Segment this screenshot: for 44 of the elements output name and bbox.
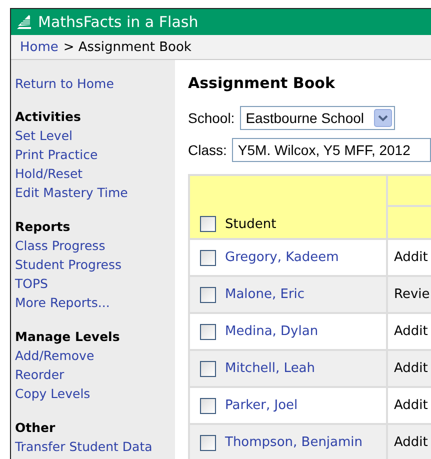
sidebar-link[interactable]: More Reports... (15, 293, 175, 312)
sidebar-link[interactable]: Reorder (15, 365, 175, 384)
section-heading: Activities (15, 108, 82, 126)
sidebar-link[interactable]: TOPS (15, 274, 175, 293)
class-dropdown[interactable]: Y5M. Wilcox, Y5 MFF, 2012 (232, 138, 431, 162)
checkbox[interactable] (200, 360, 216, 376)
section-heading: Other (15, 419, 56, 437)
sidebar-link[interactable]: Class Progress (15, 236, 175, 255)
field-label: School: (188, 110, 235, 126)
student-link[interactable]: Malone, Eric (225, 287, 305, 302)
column-header: Student (225, 217, 276, 232)
logo-icon (16, 14, 32, 30)
table-cell: Addit (394, 435, 428, 450)
app-title: MathsFacts in a Flash (38, 13, 198, 31)
checkbox[interactable] (200, 434, 216, 450)
sidebar-link[interactable]: Return to Home (15, 76, 175, 91)
field-label: Class: (188, 142, 227, 158)
checkbox[interactable] (200, 216, 216, 232)
school-dropdown[interactable]: Eastbourne School (240, 106, 396, 130)
sidebar-link[interactable]: Set Level (15, 126, 175, 145)
sidebar-link[interactable]: Print Practice (15, 145, 175, 164)
checkbox[interactable] (200, 250, 216, 266)
table-cell: Addit (394, 398, 428, 413)
table-cell: Addit (394, 250, 428, 265)
sidebar-link[interactable]: Edit Mastery Time (15, 183, 175, 202)
breadcrumb-current: > Assignment Book (63, 40, 192, 54)
student-link[interactable]: Parker, Joel (225, 398, 298, 413)
page-title: Assignment Book (188, 74, 336, 92)
student-link[interactable]: Mitchell, Leah (225, 361, 316, 376)
checkbox[interactable] (200, 286, 216, 302)
sidebar-link[interactable]: Student Progress (15, 255, 175, 274)
sidebar-link[interactable]: Copy Levels (15, 384, 175, 403)
sidebar-link[interactable]: Add/Remove (15, 346, 175, 365)
breadcrumb-link[interactable]: Home (20, 40, 58, 54)
table-cell: Addit (394, 361, 428, 376)
checkbox[interactable] (200, 324, 216, 340)
sidebar-link[interactable]: Transfer Student Data (15, 437, 175, 456)
sidebar-link[interactable]: Hold/Reset (15, 164, 175, 183)
table-cell: Addit (394, 324, 428, 339)
table-cell: Revie (394, 287, 430, 302)
section-heading: Reports (15, 218, 72, 236)
section-heading: Manage Levels (15, 328, 121, 346)
student-link[interactable]: Medina, Dylan (225, 324, 318, 339)
checkbox[interactable] (200, 398, 216, 414)
